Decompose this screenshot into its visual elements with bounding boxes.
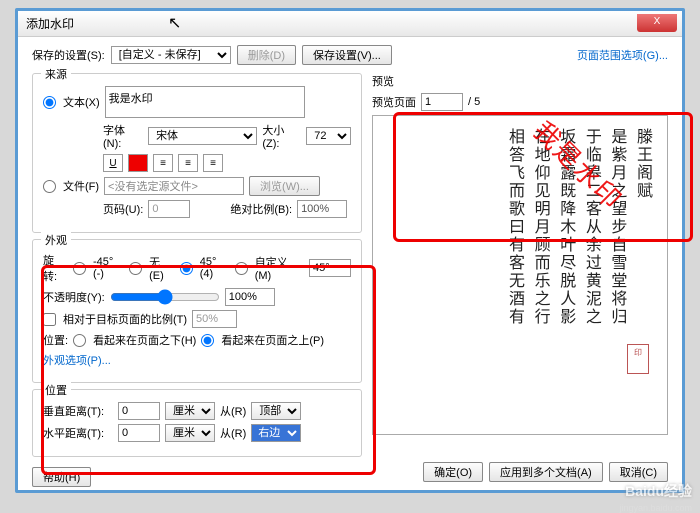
opacity-input[interactable] (225, 288, 275, 306)
opacity-slider[interactable] (110, 289, 220, 305)
relative-scale-input[interactable] (192, 310, 237, 328)
save-settings-button[interactable]: 保存设置(V)... (302, 45, 392, 65)
pagenum-input[interactable] (148, 200, 190, 218)
vunit-select[interactable]: 厘米 (165, 402, 215, 420)
page-range-link[interactable]: 页面范围选项(G)... (577, 47, 668, 63)
rot-45-radio[interactable] (180, 262, 193, 275)
underline-button[interactable]: U (103, 154, 123, 172)
size-select[interactable]: 72 (306, 127, 351, 145)
preview-title: 预览 (372, 73, 668, 89)
brand-logo: Baidu经验 (625, 481, 692, 501)
cancel-button[interactable]: 取消(C) (609, 462, 668, 482)
browse-button[interactable]: 浏览(W)... (249, 176, 320, 196)
apply-multiple-button[interactable]: 应用到多个文档(A) (489, 462, 603, 482)
delete-button[interactable]: 删除(D) (237, 45, 296, 65)
source-title: 来源 (41, 66, 71, 82)
align-left-icon[interactable]: ≡ (153, 154, 173, 172)
align-center-icon[interactable]: ≡ (178, 154, 198, 172)
relative-scale-check[interactable] (43, 313, 56, 326)
hunit-select[interactable]: 厘米 (165, 424, 215, 442)
file-radio[interactable] (43, 180, 56, 193)
align-right-icon[interactable]: ≡ (203, 154, 223, 172)
rot-value-input[interactable] (309, 259, 351, 277)
above-radio[interactable] (201, 334, 214, 347)
font-select[interactable]: 宋体 (148, 127, 257, 145)
behind-radio[interactable] (73, 334, 86, 347)
rot-custom-radio[interactable] (235, 262, 248, 275)
file-input[interactable] (104, 177, 244, 195)
rot-neg45-radio[interactable] (73, 262, 86, 275)
seal-icon: 印 (627, 344, 649, 374)
appearance-group: 外观 旋转: -45°(-) 无(E) 45°(4) 自定义(M) 不透明度(Y… (32, 239, 362, 383)
appearance-advanced-link[interactable]: 外观选项(P)... (43, 352, 111, 368)
ok-button[interactable]: 确定(O) (423, 462, 483, 482)
close-button[interactable]: X (637, 14, 677, 32)
watermark-text-input[interactable]: 我是水印 (105, 86, 305, 118)
cursor-icon: ↖ (168, 13, 181, 33)
rot-none-radio[interactable] (129, 262, 142, 275)
position-group: 位置 垂直距离(T): 厘米 从(R) 顶部 水平距离(T): 厘米 从(R) … (32, 389, 362, 457)
text-radio[interactable] (43, 96, 56, 109)
preview-pane: 我是水印 滕王阁赋 是紫月之望步自雪堂将归 于临皋二客从余过黄泥之 坂霜露既降木… (372, 115, 668, 435)
titlebar: 添加水印 ↖ X (18, 11, 682, 37)
hfrom-select[interactable]: 右边 (251, 424, 301, 442)
help-button[interactable]: 帮助(H) (32, 467, 91, 487)
scale-input[interactable] (297, 200, 347, 218)
vfrom-select[interactable]: 顶部 (251, 402, 301, 420)
saved-label: 保存的设置(S): (32, 47, 105, 63)
preview-page-input[interactable] (421, 93, 463, 111)
window-title: 添加水印 (26, 15, 74, 32)
hdist-input[interactable] (118, 424, 160, 442)
color-button[interactable] (128, 154, 148, 172)
source-group: 来源 文本(X) 我是水印 字体(N): 宋体 大小(Z): 72 U ≡ ≡ … (32, 73, 362, 233)
vdist-input[interactable] (118, 402, 160, 420)
saved-select[interactable]: [自定义 - 未保存] (111, 46, 231, 64)
